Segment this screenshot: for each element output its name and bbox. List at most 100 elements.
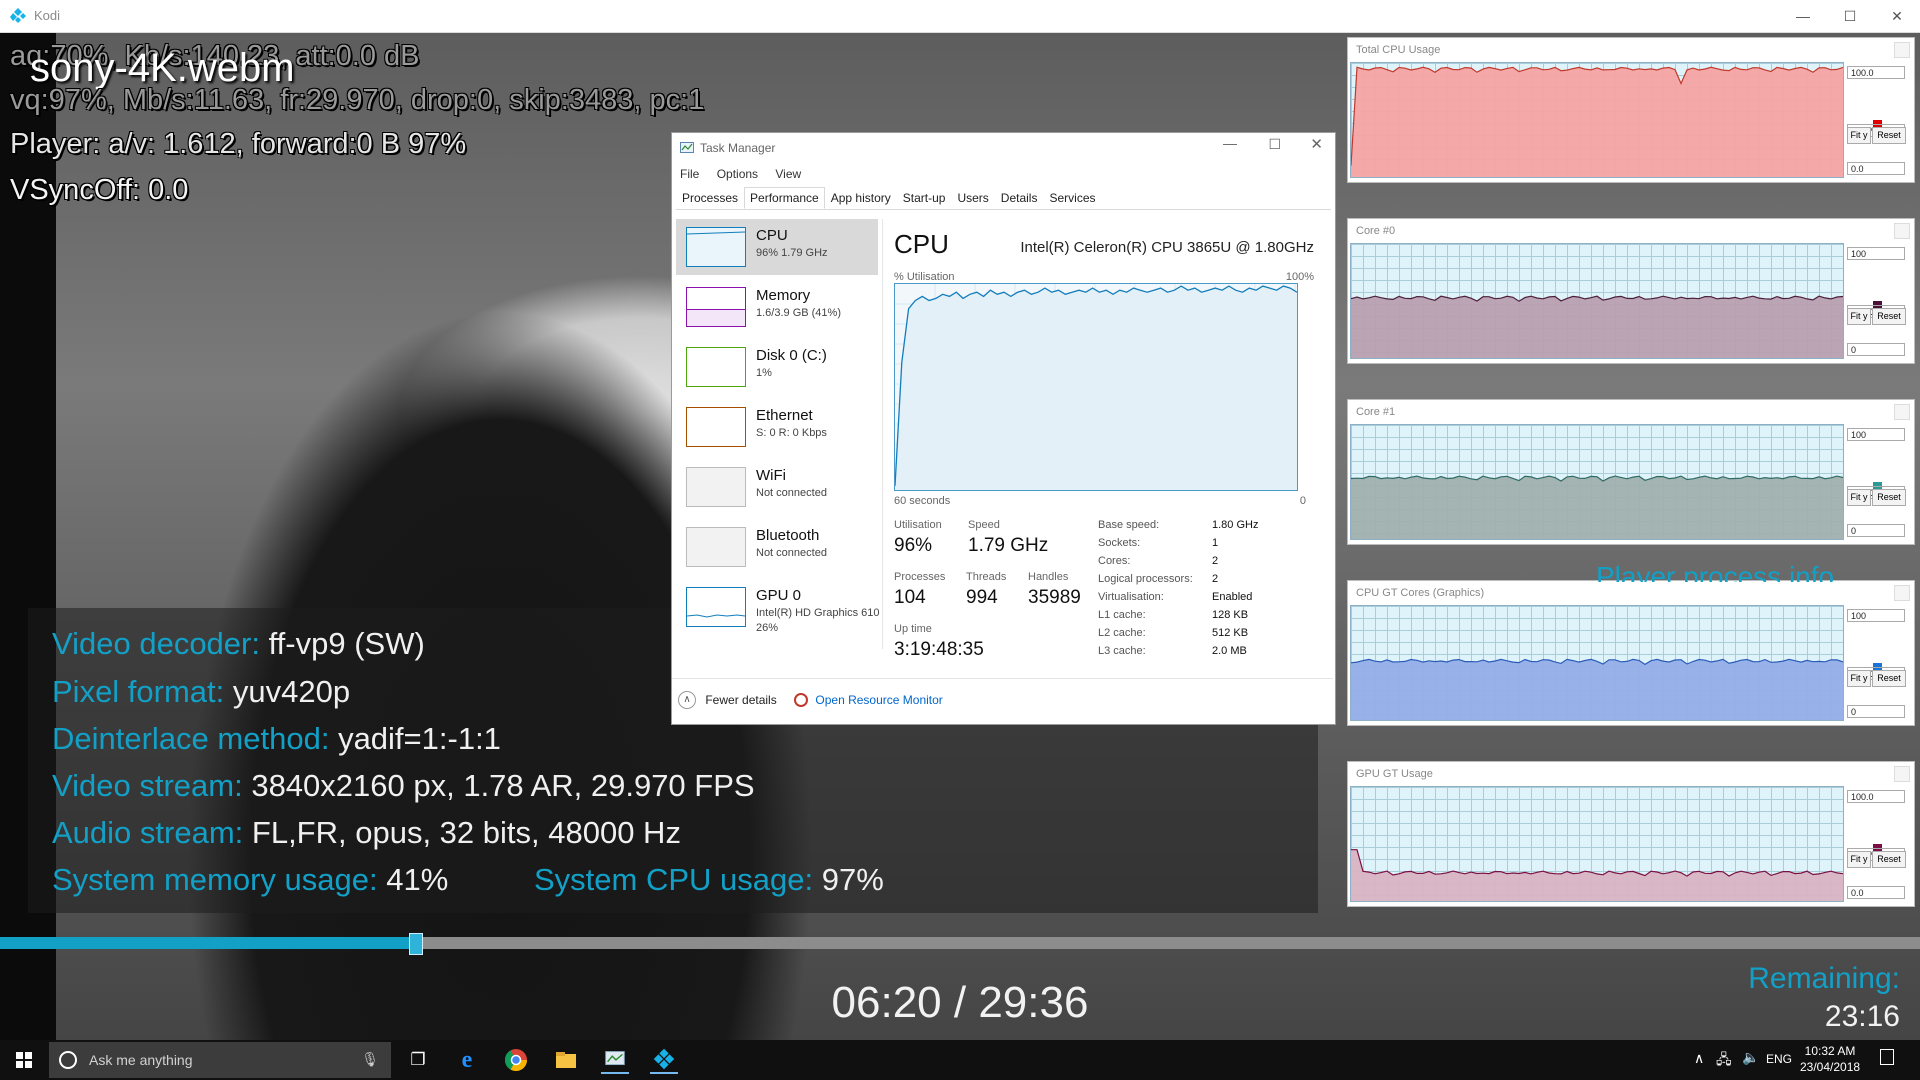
reset-button[interactable]: Reset (1872, 127, 1906, 144)
panel-menu-button[interactable] (1894, 404, 1910, 420)
file-explorer-icon[interactable] (552, 1046, 580, 1074)
fewer-details-link[interactable]: Fewer details (705, 693, 776, 707)
tray-chevron-up-icon[interactable]: ∧ (1694, 1050, 1704, 1067)
input-language[interactable]: ENG (1766, 1052, 1792, 1066)
panel-menu-button[interactable] (1894, 766, 1910, 782)
reset-button[interactable]: Reset (1872, 670, 1906, 687)
device-ethernet[interactable]: Ethernet S: 0 R: 0 Kbps (676, 399, 878, 455)
microphone-icon[interactable]: 🎙 (361, 1051, 379, 1068)
task-manager-taskbar-icon[interactable] (601, 1046, 629, 1074)
cpu-utilisation-graph (894, 283, 1298, 491)
edge-browser-icon[interactable]: e (453, 1046, 481, 1074)
tm-minimize-button[interactable]: — (1223, 135, 1237, 151)
axis-max-field[interactable]: 100 (1847, 428, 1905, 441)
perf-graph-panel: CPU GT Cores (Graphics)10052 °CFit yRese… (1347, 580, 1915, 726)
codec-row: Video decoder: ff-vp9 (SW) (52, 626, 425, 661)
start-windows-icon[interactable] (10, 1046, 38, 1074)
panel-menu-button[interactable] (1894, 223, 1910, 239)
fit-y-button[interactable]: Fit y (1847, 127, 1871, 144)
gpu-thumbnail (686, 587, 746, 627)
utilisation-max-label: 100% (1285, 271, 1314, 283)
task-manager-icon (680, 142, 694, 153)
task-view-icon[interactable]: ❐ (404, 1046, 432, 1074)
fit-y-button[interactable]: Fit y (1847, 670, 1871, 687)
chevron-up-icon[interactable]: ∧ (678, 691, 696, 709)
menu-file[interactable]: File (680, 167, 699, 181)
tab-app-history[interactable]: App history (825, 187, 897, 209)
codec-row: Deinterlace method: yadif=1:-1:1 (52, 721, 501, 756)
panel-menu-button[interactable] (1894, 42, 1910, 58)
device-bluetooth[interactable]: Bluetooth Not connected (676, 519, 878, 575)
kodi-taskbar-icon[interactable] (650, 1046, 678, 1074)
close-button[interactable]: ✕ (1874, 0, 1920, 32)
panel-menu-button[interactable] (1894, 585, 1910, 601)
perf-graph-area (1351, 296, 1843, 358)
osd-video-line: vq:97%, Mb/s:11.63, fr:29.970, drop:0, s… (10, 84, 705, 116)
chrome-icon[interactable] (502, 1046, 530, 1074)
fit-y-button[interactable]: Fit y (1847, 851, 1871, 868)
cpu-heading: CPU (894, 229, 949, 259)
kodi-logo-icon (10, 8, 26, 23)
device-gpu[interactable]: GPU 0 Intel(R) HD Graphics 610 26% (676, 579, 880, 641)
network-icon[interactable]: 🖧 (1716, 1049, 1732, 1073)
cpu-thumbnail (686, 227, 746, 267)
volume-icon[interactable]: 🔈 (1742, 1049, 1759, 1066)
menu-options[interactable]: Options (717, 167, 758, 181)
axis-max-field[interactable]: 100 (1847, 247, 1905, 260)
spec-label: L2 cache: (1098, 627, 1146, 639)
tab-performance[interactable]: Performance (744, 187, 825, 209)
open-resource-monitor-link[interactable]: Open Resource Monitor (815, 693, 942, 707)
device-memory[interactable]: Memory 1.6/3.9 GB (41%) (676, 279, 878, 335)
axis-min-field[interactable]: 0 (1847, 524, 1905, 537)
axis-max-field[interactable]: 100.0 (1847, 66, 1905, 79)
processes-label: Processes (894, 571, 946, 583)
axis-min-field[interactable]: 0 (1847, 705, 1905, 718)
tab-processes[interactable]: Processes (676, 187, 744, 209)
timecode: 06:20 / 29:36 (831, 978, 1089, 1027)
remaining-value: 23:16 (1824, 1000, 1900, 1033)
osd-vsync-line: VSyncOff: 0.0 (10, 174, 189, 206)
perf-graph-panel: Core #010053 °CFit yReset0 (1347, 218, 1915, 364)
minimize-button[interactable]: — (1780, 0, 1826, 32)
seek-handle[interactable] (408, 933, 423, 955)
menu-view[interactable]: View (775, 167, 801, 181)
fit-y-button[interactable]: Fit y (1847, 308, 1871, 325)
reset-button[interactable]: Reset (1872, 308, 1906, 325)
system-cpu-usage: System CPU usage: 97% (534, 862, 884, 897)
axis-max-field[interactable]: 100 (1847, 609, 1905, 622)
reset-button[interactable]: Reset (1872, 489, 1906, 506)
fit-y-button[interactable]: Fit y (1847, 489, 1871, 506)
tm-tabs: Processes Performance App history Start-up U… (676, 187, 1331, 210)
device-cpu[interactable]: CPU 96% 1.79 GHz (676, 219, 878, 275)
task-manager-window[interactable]: Task Manager — ☐ ✕ File Options View Pro… (671, 132, 1336, 725)
device-wifi[interactable]: WiFi Not connected (676, 459, 878, 515)
wifi-thumbnail (686, 467, 746, 507)
axis-max-field[interactable]: 100.0 (1847, 790, 1905, 803)
bluetooth-thumbnail (686, 527, 746, 567)
tab-details[interactable]: Details (995, 187, 1044, 209)
tm-close-button[interactable]: ✕ (1310, 135, 1323, 153)
tab-users[interactable]: Users (951, 187, 994, 209)
perf-graph-plot (1350, 62, 1844, 178)
clock-time: 10:32 AM (1804, 1044, 1856, 1058)
clock[interactable]: 10:32 AM 23/04/2018 (1800, 1043, 1860, 1075)
reset-button[interactable]: Reset (1872, 851, 1906, 868)
memory-thumbnail (686, 287, 746, 327)
axis-min-field[interactable]: 0.0 (1847, 162, 1905, 175)
resource-monitor-icon (794, 693, 809, 707)
player-process-info-label: Player process info (1596, 562, 1835, 582)
disk-thumbnail (686, 347, 746, 387)
threads-value: 994 (966, 587, 998, 608)
speed-value: 1.79 GHz (968, 535, 1049, 556)
maximize-button[interactable]: ☐ (1827, 0, 1873, 32)
notifications-icon[interactable] (1880, 1049, 1894, 1065)
axis-min-field[interactable]: 0.0 (1847, 886, 1905, 899)
tm-maximize-button[interactable]: ☐ (1268, 136, 1281, 153)
axis-min-field[interactable]: 0 (1847, 343, 1905, 356)
tab-services[interactable]: Services (1043, 187, 1101, 209)
search-input[interactable]: Ask me anything 🎙 (49, 1042, 391, 1078)
perf-graph-plot (1350, 424, 1844, 540)
kodi-titlebar: Kodi — ☐ ✕ (0, 0, 1920, 33)
tab-startup[interactable]: Start-up (897, 187, 952, 209)
device-disk[interactable]: Disk 0 (C:) 1% (676, 339, 878, 395)
